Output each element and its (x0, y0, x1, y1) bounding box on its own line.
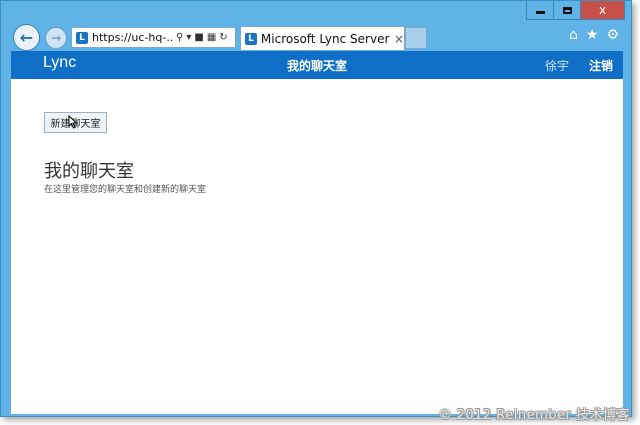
content-subtitle: 在这里管理您的聊天室和创建新的聊天室 (44, 185, 207, 195)
cursor-icon (68, 115, 78, 129)
forward-icon: → (50, 31, 62, 45)
tab-lync[interactable]: L Microsoft Lync Server 20... × (240, 26, 405, 50)
address-text[interactable]: https://uc-hq-... (92, 31, 174, 44)
maximize-icon (562, 6, 572, 14)
page-title: 我的聊天室 (286, 59, 347, 73)
caption-buttons: x (526, 1, 625, 20)
user-name[interactable]: 徐宇 (545, 57, 569, 74)
watermark: © 2012 Reinember 技术博客 (438, 408, 630, 423)
close-button[interactable]: x (580, 1, 625, 20)
settings-icon[interactable]: ⚙ (606, 27, 619, 43)
home-icon[interactable]: ⌂ (569, 27, 578, 43)
back-button[interactable]: ← (13, 24, 40, 51)
address-bar[interactable]: L https://uc-hq-... ⚲ ▾ ■ ▦ ↻ (71, 27, 236, 48)
compat-icon[interactable]: ▦ (207, 32, 216, 43)
favorites-icon[interactable]: ★ (586, 27, 599, 43)
lync-header: Lync 我的聊天室 徐宇 注销 (11, 51, 623, 79)
lock-icon[interactable]: ■ (194, 32, 203, 43)
browser-window: x ← → L https://uc-hq-... ⚲ ▾ ■ ▦ ↻ L Mi… (0, 0, 632, 417)
close-icon: x (598, 3, 607, 17)
content-heading: 我的聊天室 (44, 161, 134, 182)
tab-close-icon[interactable]: × (394, 32, 404, 46)
main-content: 新建聊天室 我的聊天室 在这里管理您的聊天室和创建新的聊天室 (11, 79, 623, 414)
minimize-icon (535, 11, 545, 14)
address-icons: ⚲ ▾ ■ ▦ ↻ (176, 32, 228, 43)
refresh-icon[interactable]: ↻ (219, 32, 227, 43)
tab-title: Microsoft Lync Server 20... (260, 31, 390, 46)
search-icon[interactable]: ⚲ (176, 32, 183, 43)
new-tab-button[interactable] (405, 27, 427, 49)
dropdown-icon[interactable]: ▾ (186, 32, 191, 43)
forward-button[interactable]: → (45, 27, 67, 49)
sign-out-link[interactable]: 注销 (589, 57, 613, 74)
back-icon: ← (19, 28, 34, 47)
site-favicon: L (76, 31, 88, 44)
browser-toolbar: ⌂ ★ ⚙ (569, 27, 619, 43)
tab-favicon: L (245, 32, 257, 45)
maximize-button[interactable] (553, 1, 580, 20)
minimize-button[interactable] (526, 1, 553, 20)
